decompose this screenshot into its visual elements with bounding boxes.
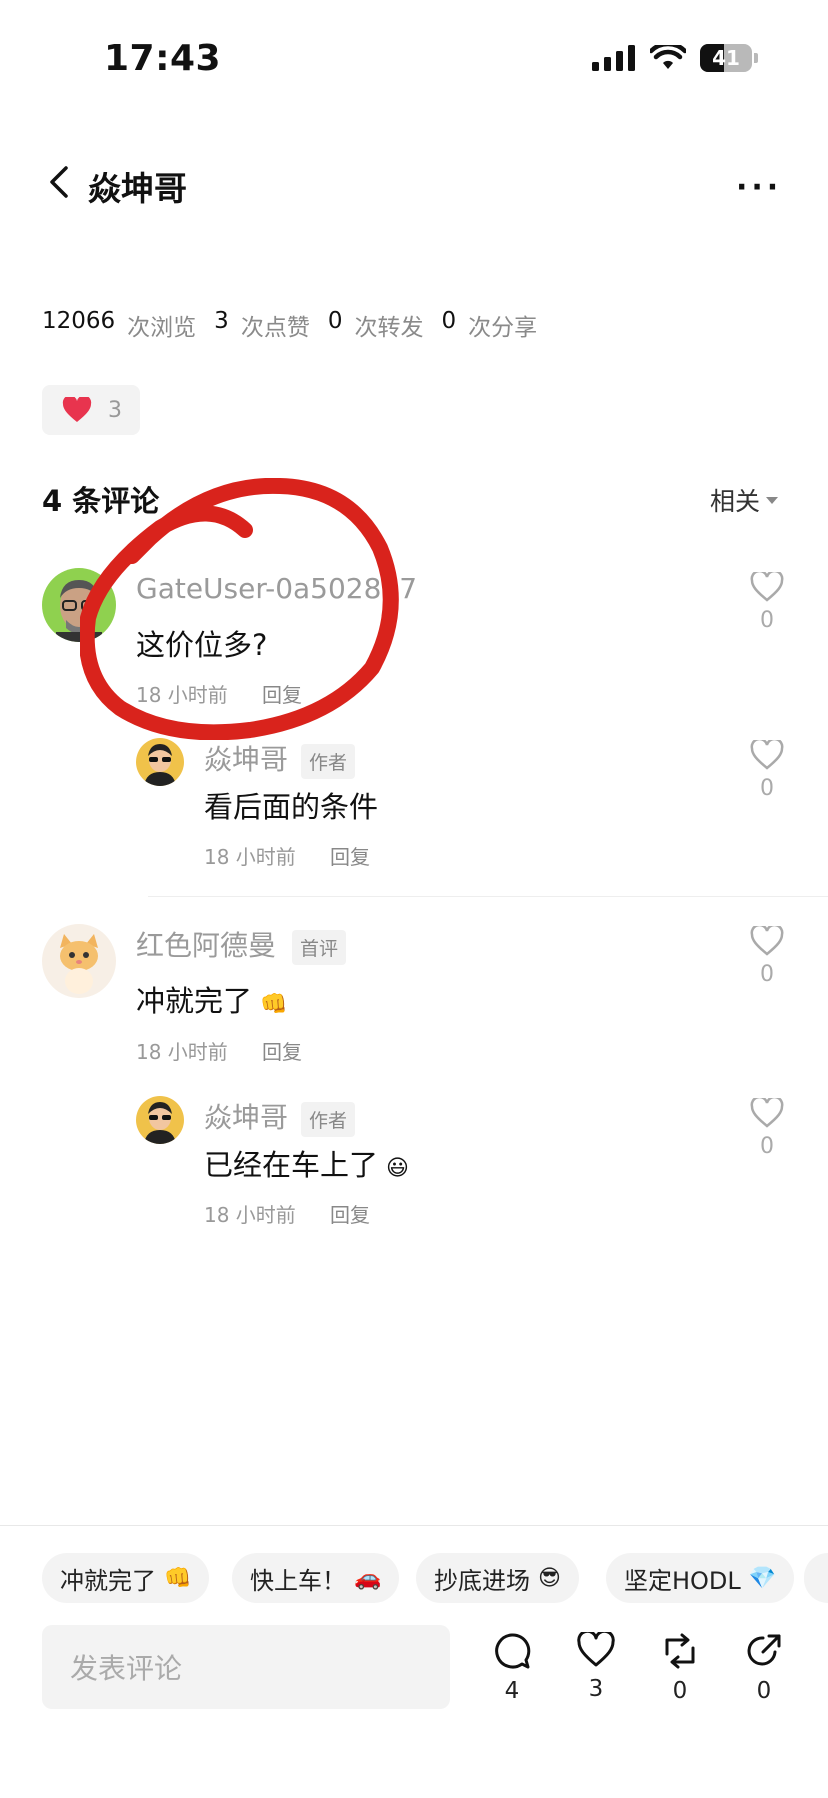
comment-text: 这价位多?: [136, 628, 268, 662]
avatar-sunglasses-icon: [136, 738, 184, 786]
heart-outline-icon: [750, 740, 784, 770]
reaction-pill[interactable]: 3: [42, 385, 140, 435]
comment-like[interactable]: 0: [742, 1098, 792, 1159]
repost-action-count: 0: [672, 1678, 688, 1704]
repost-icon: [665, 1633, 695, 1669]
reaction-count: 3: [108, 397, 122, 423]
comment-like[interactable]: 0: [742, 572, 792, 633]
wifi-icon: [650, 45, 686, 69]
quick-reply-chip[interactable]: 坚定HODL 💎: [606, 1553, 795, 1603]
comment-author[interactable]: GateUser-0a502887: [136, 572, 417, 605]
comments-action[interactable]: 4: [482, 1632, 542, 1704]
avatar[interactable]: [42, 924, 116, 998]
views-label: 次浏览: [127, 315, 197, 341]
author-badge: 作者: [301, 744, 356, 779]
quick-reply-chip-overflow[interactable]: [804, 1553, 828, 1603]
bottom-divider: [0, 1525, 828, 1526]
like-action-count: 3: [588, 1676, 604, 1702]
likes-count: 3: [214, 308, 229, 334]
repost-action[interactable]: 0: [650, 1632, 710, 1704]
heart-filled-icon: [62, 397, 92, 422]
comment-author[interactable]: 红色阿德曼: [136, 924, 276, 964]
comment-like[interactable]: 0: [742, 926, 792, 987]
like-count: 0: [760, 962, 774, 987]
status-time: 17:43: [104, 38, 222, 79]
back-arrow-icon[interactable]: [40, 162, 80, 202]
comment-divider: [148, 896, 828, 897]
reply-button[interactable]: 回复: [262, 679, 302, 708]
reply-button[interactable]: 回复: [262, 1036, 302, 1065]
heart-outline-icon: [577, 1632, 615, 1667]
reposts-label: 次转发: [354, 315, 424, 341]
comment-time: 18 小时前: [136, 683, 228, 707]
avatar-man-glasses-icon: [42, 568, 116, 642]
like-action[interactable]: 3: [566, 1632, 626, 1702]
comment-text: 看后面的条件: [204, 790, 379, 824]
battery-icon: 41: [700, 44, 752, 72]
quick-reply-chip[interactable]: 抄底进场 😎: [416, 1553, 579, 1603]
first-comment-badge: 首评: [292, 930, 347, 965]
comments-action-count: 4: [504, 1678, 520, 1704]
comment-input[interactable]: 发表评论: [42, 1625, 450, 1709]
comment-author[interactable]: 焱坤哥: [204, 738, 288, 778]
shares-label: 次分享: [468, 315, 538, 341]
reply-button[interactable]: 回复: [330, 1199, 370, 1228]
comment-time: 18 小时前: [204, 1203, 296, 1227]
battery-level: 41: [712, 46, 740, 70]
comments-title: 4 条评论: [42, 484, 160, 518]
heart-outline-icon: [750, 1098, 784, 1128]
comment-author[interactable]: 焱坤哥: [204, 1096, 288, 1136]
like-count: 0: [760, 608, 774, 633]
comment-time: 18 小时前: [136, 1040, 228, 1064]
page-title: 焱坤哥: [88, 169, 187, 208]
like-count: 0: [760, 1134, 774, 1159]
like-count: 0: [760, 776, 774, 801]
share-action[interactable]: 0: [734, 1632, 794, 1704]
avatar[interactable]: [42, 568, 116, 642]
share-icon: [747, 1634, 781, 1666]
post-stats: 12066 次浏览 3 次点赞 0 次转发 0 次分享: [42, 308, 555, 342]
shares-count: 0: [441, 308, 457, 334]
avatar-sunglasses-icon: [136, 1096, 184, 1144]
avatar-cat-icon: [42, 924, 116, 998]
comment-bubble-icon: [495, 1633, 531, 1669]
comment-text: 冲就完了 👊: [136, 984, 288, 1018]
share-action-count: 0: [756, 1678, 772, 1704]
caret-down-icon: [766, 496, 779, 504]
likes-label: 次点赞: [240, 315, 310, 341]
signal-icon: [592, 45, 635, 71]
comment-text: 已经在车上了 😃: [204, 1148, 409, 1182]
avatar[interactable]: [136, 738, 184, 786]
reply-button[interactable]: 回复: [330, 841, 370, 870]
author-badge: 作者: [301, 1102, 356, 1137]
smile-emoji: 😃: [386, 1156, 409, 1181]
views-count: 12066: [42, 308, 116, 334]
quick-reply-chip[interactable]: 冲就完了 👊: [42, 1553, 210, 1603]
fist-emoji: 👊: [260, 992, 288, 1017]
comment-input-placeholder: 发表评论: [70, 1652, 183, 1685]
heart-outline-icon: [750, 926, 784, 956]
reposts-count: 0: [327, 308, 343, 334]
quick-reply-chip[interactable]: 快上车！ 🚗: [232, 1553, 400, 1603]
sort-label: 相关: [710, 487, 761, 516]
status-icons: 41: [592, 44, 758, 72]
avatar[interactable]: [136, 1096, 184, 1144]
comment-like[interactable]: 0: [742, 740, 792, 801]
heart-outline-icon: [750, 572, 784, 602]
comment-time: 18 小时前: [204, 845, 296, 869]
more-options-icon[interactable]: ···: [736, 170, 782, 205]
sort-dropdown[interactable]: 相关: [710, 482, 779, 518]
